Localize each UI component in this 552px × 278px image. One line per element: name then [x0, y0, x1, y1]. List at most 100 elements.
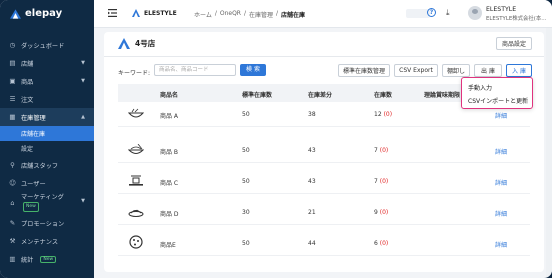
table-row: 商品 B 50 43 7 (0) 詳細 [118, 138, 530, 163]
cart-icon: ▣ [9, 77, 16, 85]
product-name: 商品 A [160, 113, 179, 120]
product-name: 商品 B [160, 149, 179, 156]
standard-stock: 50 [242, 240, 250, 247]
store-switcher[interactable]: ELESTYLE [132, 9, 177, 17]
elepay-logo-icon [10, 8, 21, 19]
plate-icon [129, 175, 143, 186]
stock-diff: 43 [308, 178, 316, 185]
stock-count: 6 [374, 240, 378, 247]
sidebar-item-label: 在庫管理 [21, 114, 46, 122]
breadcrumb: ホーム / OneQR / 在庫管理 / 店舗在庫 [194, 10, 305, 19]
download-icon[interactable]: ⤓ [446, 8, 450, 18]
dropdown-item-csv-import[interactable]: CSVインポートと更新 [468, 96, 528, 105]
help-icon[interactable]: ? [427, 8, 436, 17]
column-header-standard[interactable]: 標準在庫数 [242, 90, 272, 99]
stock-alert-count: (0) [379, 209, 389, 216]
breadcrumb-separator: / [214, 10, 217, 17]
store-icon: ▤ [9, 59, 16, 67]
dropdown-item-manual[interactable]: 手動入力 [468, 83, 492, 92]
column-header-name[interactable]: 商品名 [160, 90, 178, 99]
sidebar-item-label: メンテナンス [21, 238, 59, 246]
breadcrumb-oneqr[interactable]: OneQR [220, 10, 241, 19]
list-icon: ☰ [9, 95, 16, 103]
avatar[interactable] [468, 6, 482, 20]
detail-link[interactable]: 詳細 [495, 147, 507, 156]
sidebar-item-promotion[interactable]: ✎ プロモーション [0, 214, 94, 232]
sidebar-item-label: 注文 [21, 96, 34, 104]
store-header: 4号店 [118, 38, 155, 49]
product-name: 商品 D [160, 211, 179, 218]
sidebar: elepay ◷ ダッシュボード ▤ 店舗 ▼ ▣ 商品 ▼ ☰ 注文 ▦ 在庫… [0, 0, 94, 278]
detail-link[interactable]: 詳細 [495, 209, 507, 218]
promo-icon: ✎ [9, 219, 16, 227]
detail-link[interactable]: 詳細 [495, 240, 507, 249]
chevron-down-icon: ▼ [81, 78, 85, 84]
product-settings-button[interactable]: 商品設定 [496, 37, 532, 50]
divider [104, 56, 544, 57]
stock-in-dropdown: 手動入力 CSVインポートと更新 [461, 77, 533, 109]
product-name: 商品 C [160, 180, 179, 187]
stock-count: 12 [374, 111, 382, 118]
sidebar-item-inventory[interactable]: ▦ 在庫管理 ▲ [0, 108, 94, 126]
cookie-icon [129, 235, 143, 249]
standard-stock-button[interactable]: 標準在庫数管理 [338, 64, 390, 77]
bowl-icon [128, 108, 144, 118]
sidebar-item-store[interactable]: ▤ 店舗 ▼ [0, 54, 94, 72]
stock-diff: 38 [308, 111, 316, 118]
keyword-label: キーワード: [118, 70, 151, 77]
menu-collapse-icon[interactable] [108, 9, 117, 17]
sidebar-subitem-settings[interactable]: 設定 [0, 141, 94, 156]
elepay-logo-icon [132, 9, 140, 17]
box-icon: ▦ [9, 113, 16, 121]
stock-count: 9 [374, 209, 378, 216]
stock-count: 7 [374, 147, 378, 154]
wrench-icon: ⚒ [9, 237, 16, 245]
new-badge: New [23, 202, 39, 212]
detail-link[interactable]: 詳細 [495, 178, 507, 187]
stock-diff: 43 [308, 147, 316, 154]
detail-link[interactable]: 詳細 [495, 111, 507, 120]
sidebar-item-products[interactable]: ▣ 商品 ▼ [0, 72, 94, 90]
staff-icon: ⚲ [10, 161, 15, 169]
store-title: 4号店 [135, 39, 156, 48]
search-button[interactable]: 検 索 [240, 64, 266, 76]
cake-icon [128, 209, 144, 217]
standard-stock: 50 [242, 178, 250, 185]
product-name: 商品E [160, 242, 176, 249]
store-logo-icon [118, 38, 130, 49]
scrollbar[interactable] [546, 28, 552, 278]
chevron-down-icon: ▼ [81, 60, 85, 66]
search-input[interactable]: 商品名、商品コード [154, 64, 236, 76]
brand-logo[interactable]: elepay [10, 8, 62, 19]
csv-export-button[interactable]: CSV Export [394, 64, 438, 77]
stocktake-button[interactable]: 棚卸し [442, 64, 470, 77]
stock-diff: 21 [308, 209, 316, 216]
noodle-icon [128, 144, 144, 154]
sidebar-item-staff[interactable]: ⚲ 店舗スタッフ [0, 156, 94, 174]
stock-out-button[interactable]: 出 庫 [474, 64, 502, 77]
sidebar-item-marketing[interactable]: ⌂ マーケティング New ▼ [0, 192, 94, 214]
sidebar-item-maintenance[interactable]: ⚒ メンテナンス [0, 232, 94, 250]
sidebar-item-users[interactable]: ☺ ユーザー [0, 174, 94, 192]
marketing-icon: ⌂ [10, 199, 15, 207]
breadcrumb-separator: / [276, 10, 279, 17]
user-name[interactable]: ELESTYLE [486, 6, 516, 13]
column-header-diff[interactable]: 在庫差分 [308, 90, 332, 99]
stock-alert-count: (0) [379, 178, 389, 185]
stock-in-button[interactable]: 入 庫 [506, 64, 532, 77]
sidebar-item-stats[interactable]: ▥ 統計 New [0, 250, 94, 268]
chart-icon: ▥ [9, 255, 16, 263]
user-icon: ☺ [9, 179, 16, 187]
sidebar-item-orders[interactable]: ☰ 注文 [0, 90, 94, 108]
table-row: 商品E 50 44 6 (0) 詳細 [118, 231, 530, 256]
new-badge: New [40, 255, 57, 263]
column-header-stock[interactable]: 在庫数 [374, 90, 392, 99]
sidebar-item-label: 商品 [21, 78, 34, 86]
breadcrumb-inventory[interactable]: 在庫管理 [249, 10, 273, 19]
brand-name: elepay [25, 8, 63, 19]
sidebar-item-dashboard[interactable]: ◷ ダッシュボード [0, 36, 94, 54]
stock-alert-count: (0) [379, 240, 389, 247]
column-header-expiry[interactable]: 理論賞味期限 [424, 90, 460, 99]
sidebar-subitem-store-stock[interactable]: 店舗在庫 [0, 126, 94, 141]
breadcrumb-home[interactable]: ホーム [194, 10, 212, 19]
